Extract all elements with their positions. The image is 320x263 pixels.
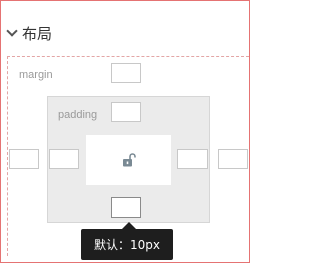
margin-left-input[interactable] [9,149,39,169]
padding-right-input[interactable] [177,149,208,169]
margin-top-input[interactable] [111,63,141,83]
padding-top-input[interactable] [111,102,141,122]
unlock-icon[interactable] [121,152,137,168]
padding-left-input[interactable] [49,149,79,169]
section-title: 布局 [22,24,53,43]
chevron-down-icon[interactable] [6,25,18,37]
layout-section-header[interactable]: 布局 [6,23,52,43]
margin-right-input[interactable] [218,149,248,169]
margin-label: margin [19,69,53,81]
tooltip-arrow [122,222,136,229]
layout-panel: 布局 margin padding 默认：10px [0,0,250,263]
default-value-tooltip: 默认：10px [81,229,173,260]
padding-bottom-input[interactable] [111,197,141,218]
padding-label: padding [58,109,98,121]
content-box[interactable] [86,135,171,185]
